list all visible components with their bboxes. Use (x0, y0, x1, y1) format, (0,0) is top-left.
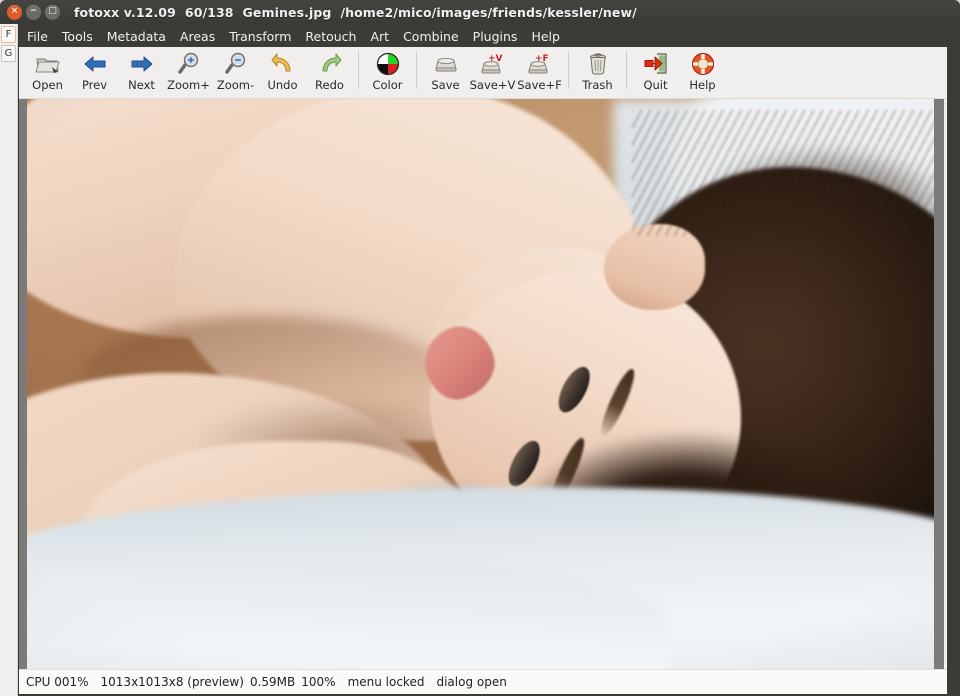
toolbar-button-open[interactable]: Open (24, 47, 71, 97)
svg-text:+F: +F (535, 54, 549, 64)
title-app-name: fotoxx v.12.09 (74, 4, 176, 20)
menu-item-transform[interactable]: Transform (222, 26, 298, 47)
toolbar-label-redo: Redo (315, 78, 344, 92)
toolbar-separator-4 (626, 51, 627, 89)
toolbar-button-save-file[interactable]: +F Save+F (516, 47, 563, 97)
menu-item-tools[interactable]: Tools (55, 26, 100, 47)
canvas-right-scrollbar[interactable] (934, 99, 944, 669)
window-controls: × − □ (7, 4, 60, 20)
status-bar: CPU 001% 1013x1013x8 (preview) 0.59MB 100% m… (19, 669, 947, 694)
title-bar: × − □ fotoxx v.12.09 60/138 Gemines.jpg/ho… (0, 0, 960, 24)
toolbar-label-zoom-in: Zoom+ (167, 78, 210, 92)
status-zoom: 100% (301, 675, 336, 689)
toolbar-separator-1 (358, 51, 359, 89)
image-canvas-area[interactable] (19, 99, 947, 669)
trash-can-icon (584, 50, 612, 77)
toolbar-separator-3 (568, 51, 569, 89)
save-version-icon: +V (479, 50, 507, 77)
close-glyph: × (10, 6, 19, 16)
save-file-icon: +F (526, 50, 554, 77)
menu-item-art[interactable]: Art (363, 26, 396, 47)
title-file-path: /home2/mico/images/friends/kessler/new/ (340, 4, 637, 20)
toolbar-button-quit[interactable]: Quit (632, 47, 679, 97)
menu-item-file[interactable]: File (19, 26, 55, 47)
toolbar-label-color: Color (372, 78, 403, 92)
color-wheel-icon (374, 50, 402, 77)
toolbar-button-color[interactable]: Color (364, 47, 411, 97)
minimize-glyph: − (29, 6, 38, 16)
toolbar-button-redo[interactable]: Redo (306, 47, 353, 97)
toolbar-label-save-file: Save+F (517, 78, 562, 92)
magnifier-plus-icon (175, 50, 203, 77)
menu-item-metadata[interactable]: Metadata (100, 26, 173, 47)
toolbar-label-zoom-out: Zoom- (216, 78, 255, 92)
toolbar-button-zoom-out[interactable]: Zoom- (212, 47, 259, 97)
toolbar-label-save-version: Save+V (469, 78, 516, 92)
menu-bar: File Tools Metadata Areas Transform Reto… (19, 26, 947, 47)
toolbar-label-prev: Prev (81, 78, 108, 92)
toolbar-button-save-version[interactable]: +V Save+V (469, 47, 516, 97)
svg-text:+V: +V (488, 54, 503, 64)
redo-arrow-icon (316, 50, 344, 77)
life-ring-icon (689, 50, 717, 77)
undo-arrow-icon (269, 50, 297, 77)
exit-door-icon (642, 50, 670, 77)
status-dialog-state: dialog open (436, 675, 507, 689)
photo-vignette (27, 99, 943, 669)
status-dimensions: 1013x1013x8 (preview) (100, 675, 244, 689)
toolbar-label-trash: Trash (582, 78, 613, 92)
toolbar: Open Prev Next Zoom+ Zoom- Undo Redo Col… (19, 47, 947, 99)
arrow-right-icon (128, 50, 156, 77)
status-menu-state: menu locked (347, 675, 425, 689)
toolbar-separator-2 (416, 51, 417, 89)
maximize-glyph: □ (48, 6, 57, 16)
toolbar-label-undo: Undo (267, 78, 298, 92)
photo-viewport[interactable] (27, 99, 943, 669)
arrow-left-icon (81, 50, 109, 77)
title-file-name: Gemines.jpg (242, 4, 332, 20)
minimize-icon[interactable]: − (26, 4, 41, 20)
menu-item-plugins[interactable]: Plugins (466, 26, 525, 47)
toolbar-button-next[interactable]: Next (118, 47, 165, 97)
window-title: fotoxx v.12.09 60/138 Gemines.jpg/home2/mi… (74, 5, 637, 20)
save-disk-icon (432, 50, 460, 77)
toolbar-button-prev[interactable]: Prev (71, 47, 118, 97)
toolbar-button-trash[interactable]: Trash (574, 47, 621, 97)
toolbar-label-quit: Quit (643, 78, 668, 92)
left-launcher-strip: F G (0, 24, 18, 696)
menu-item-combine[interactable]: Combine (396, 26, 466, 47)
toolbar-button-help[interactable]: Help (679, 47, 726, 97)
fotoxx-window: × − □ fotoxx v.12.09 60/138 Gemines.jpg/ho… (0, 0, 960, 696)
status-text: CPU 001% 1013x1013x8 (preview) 0.59MB 100% m… (26, 675, 507, 689)
toolbar-label-next: Next (128, 78, 155, 92)
menu-item-help[interactable]: Help (524, 26, 567, 47)
menu-item-retouch[interactable]: Retouch (298, 26, 363, 47)
status-filesize: 0.59MB (249, 675, 296, 689)
launcher-button-f[interactable]: F (1, 26, 16, 43)
folder-icon (34, 50, 62, 77)
canvas-left-scrollbar[interactable] (19, 99, 27, 669)
toolbar-label-help: Help (689, 78, 716, 92)
title-image-counter: 60/138 (184, 4, 234, 20)
toolbar-button-undo[interactable]: Undo (259, 47, 306, 97)
toolbar-button-zoom-in[interactable]: Zoom+ (165, 47, 212, 97)
close-icon[interactable]: × (7, 4, 22, 20)
maximize-icon[interactable]: □ (45, 4, 60, 20)
toolbar-label-save: Save (431, 78, 460, 92)
launcher-button-g[interactable]: G (1, 45, 16, 62)
menu-item-areas[interactable]: Areas (173, 26, 222, 47)
toolbar-label-open: Open (32, 78, 63, 92)
toolbar-button-save[interactable]: Save (422, 47, 469, 97)
status-cpu: CPU 001% (26, 675, 89, 689)
magnifier-minus-icon (222, 50, 250, 77)
